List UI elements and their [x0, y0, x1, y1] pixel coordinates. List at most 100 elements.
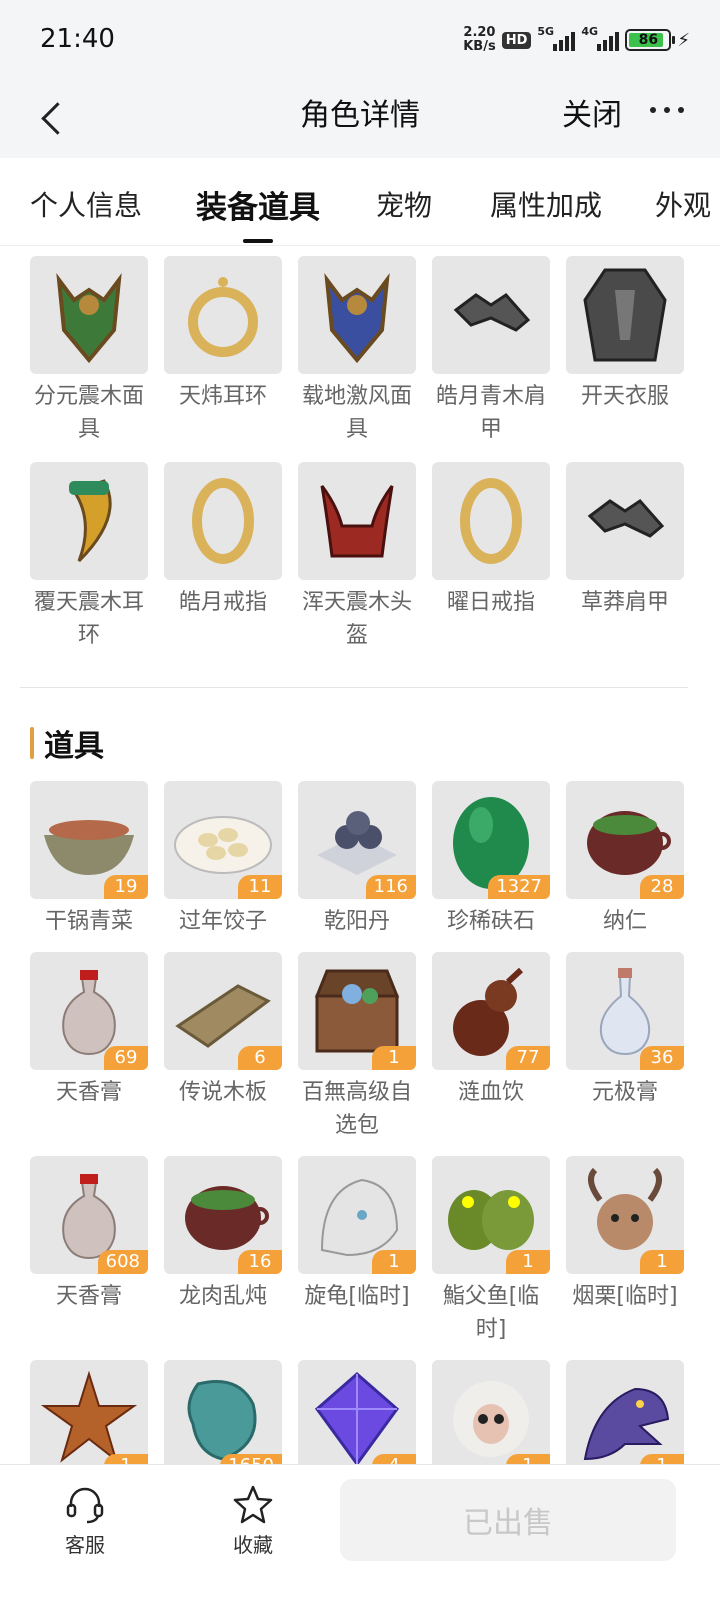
equipment-thumb	[164, 462, 282, 580]
close-button[interactable]: 关闭	[562, 90, 622, 134]
red-helmet-icon	[320, 485, 394, 558]
equipment-thumb	[30, 462, 148, 580]
section-accent-bar	[30, 727, 34, 759]
items-grid: 19 干锅青菜 11 过年饺子 116 乾阳丹 1327 珍稀砆石 28 纳仁 69 天香膏 6 传说木板…	[30, 781, 690, 1484]
item-thumb: 1	[30, 1360, 148, 1478]
battery-icon: 86	[625, 29, 676, 51]
equipment-name: 草莽肩甲	[580, 590, 669, 615]
equipment-thumb	[30, 256, 148, 374]
signal-4g-label: 4G	[581, 25, 599, 38]
equipment-name: 开天衣服	[580, 384, 669, 409]
customer-service-button[interactable]: 客服	[40, 1483, 130, 1558]
item-card[interactable]: 1 鮨父鱼[临时]	[432, 1156, 550, 1346]
equipment-item[interactable]: 皓月戒指	[164, 462, 282, 652]
item-count-badge: 16	[238, 1250, 282, 1274]
fang-earring-icon	[69, 479, 112, 563]
equipment-thumb	[432, 462, 550, 580]
item-thumb: 1	[432, 1360, 550, 1478]
equipment-item[interactable]: 载地激风面具	[298, 256, 416, 446]
item-name: 涟血饮	[457, 1080, 524, 1105]
item-name: 元极膏	[591, 1080, 658, 1105]
item-name: 天香膏	[55, 1080, 122, 1105]
net-speed-unit: KB/s	[463, 39, 496, 54]
item-name: 干锅青菜	[44, 909, 133, 934]
tab-pets[interactable]: 宠物	[376, 184, 432, 224]
item-thumb: 1	[566, 1156, 684, 1274]
tab-equipment-items[interactable]: 装备道具	[196, 182, 320, 243]
item-card[interactable]: 19 干锅青菜	[30, 781, 148, 938]
tab-appearance[interactable]: 外观	[655, 184, 711, 224]
equipment-thumb	[566, 256, 684, 374]
item-thumb: 1327	[432, 781, 550, 899]
more-button[interactable]	[642, 92, 692, 128]
item-count-badge: 69	[104, 1046, 148, 1070]
equipment-thumb	[164, 256, 282, 374]
favorite-button[interactable]: 收藏	[208, 1483, 298, 1558]
item-card[interactable]: 28 纳仁	[566, 781, 684, 938]
item-thumb: 19	[30, 781, 148, 899]
green-mask-icon	[56, 273, 122, 364]
item-thumb: 116	[298, 781, 416, 899]
item-card[interactable]: 1327 珍稀砆石	[432, 781, 550, 938]
item-thumb: 4	[298, 1360, 416, 1478]
item-name: 天香膏	[55, 1284, 122, 1309]
item-thumb: 11	[164, 781, 282, 899]
item-count-badge: 1327	[488, 875, 550, 899]
signal-5g-icon: 5G	[537, 25, 576, 51]
equipment-item[interactable]: 开天衣服	[566, 256, 684, 446]
title-bar: 角色详情 关闭	[0, 80, 720, 158]
hd-icon: HD	[501, 31, 532, 49]
equipment-item[interactable]: 天炜耳环	[164, 256, 282, 446]
item-card[interactable]: 608 天香膏	[30, 1156, 148, 1346]
item-count-badge: 608	[97, 1250, 148, 1274]
sold-button[interactable]: 已出售	[340, 1479, 676, 1561]
equipment-item[interactable]: 分元震木面具	[30, 256, 148, 446]
customer-service-label: 客服	[65, 1533, 105, 1557]
tab-attribute-bonus[interactable]: 属性加成	[490, 184, 602, 224]
item-name: 过年饺子	[178, 909, 267, 934]
item-card[interactable]: 77 涟血饮	[432, 952, 550, 1142]
equipment-name: 载地激风面具	[301, 384, 412, 442]
item-count-badge: 36	[640, 1046, 684, 1070]
content-scroll[interactable]: 分元震木面具 天炜耳环 载地激风面具 皓月青木肩甲 开天衣服覆天震木耳环 皓月戒指 浑天震木…	[0, 247, 720, 1492]
item-name: 珍稀砆石	[446, 909, 535, 934]
equipment-item[interactable]: 草莽肩甲	[566, 462, 684, 652]
item-card[interactable]: 69 天香膏	[30, 952, 148, 1142]
item-thumb: 6	[164, 952, 282, 1070]
item-thumb: 1	[432, 1156, 550, 1274]
equipment-item[interactable]: 皓月青木肩甲	[432, 256, 550, 446]
item-card[interactable]: 6 传说木板	[164, 952, 282, 1142]
equipment-item[interactable]: 曜日戒指	[432, 462, 550, 652]
item-count-badge: 1	[372, 1046, 416, 1070]
equipment-name: 皓月青木肩甲	[435, 384, 546, 442]
item-name: 旋龟[临时]	[304, 1284, 410, 1309]
item-card[interactable]: 116 乾阳丹	[298, 781, 416, 938]
item-thumb: 36	[566, 952, 684, 1070]
equipment-item[interactable]: 浑天震木头盔	[298, 462, 416, 652]
status-time: 21:40	[40, 24, 115, 54]
item-card[interactable]: 1 旋龟[临时]	[298, 1156, 416, 1346]
tab-bar: 个人信息 装备道具 宠物 属性加成 外观	[0, 158, 720, 246]
equipment-name: 曜日戒指	[446, 590, 535, 615]
tab-personal-info[interactable]: 个人信息	[30, 184, 142, 224]
item-card[interactable]: 1 百無高级自选包	[298, 952, 416, 1142]
more-dots-icon	[650, 107, 656, 113]
item-thumb: 77	[432, 952, 550, 1070]
signal-4g-icon: 4G	[581, 25, 620, 51]
item-card[interactable]: 16 龙肉乱炖	[164, 1156, 282, 1346]
net-speed: 2.20 KB/s	[463, 26, 495, 54]
item-count-badge: 1	[372, 1250, 416, 1274]
headset-icon	[66, 1487, 104, 1524]
equipment-item[interactable]: 覆天震木耳环	[30, 462, 148, 652]
gold-ring-icon	[192, 478, 254, 564]
equipment-grid: 分元震木面具 天炜耳环 载地激风面具 皓月青木肩甲 开天衣服覆天震木耳环 皓月戒指 浑天震木…	[30, 256, 690, 652]
net-speed-value: 2.20	[463, 25, 496, 40]
battery-level: 86	[638, 32, 659, 48]
item-card[interactable]: 1 烟栗[临时]	[566, 1156, 684, 1346]
blue-mask-icon	[324, 273, 390, 364]
item-count-badge: 1	[640, 1250, 684, 1274]
item-count-badge: 28	[640, 875, 684, 899]
item-card[interactable]: 11 过年饺子	[164, 781, 282, 938]
item-card[interactable]: 36 元极膏	[566, 952, 684, 1142]
item-thumb: 1	[566, 1360, 684, 1478]
